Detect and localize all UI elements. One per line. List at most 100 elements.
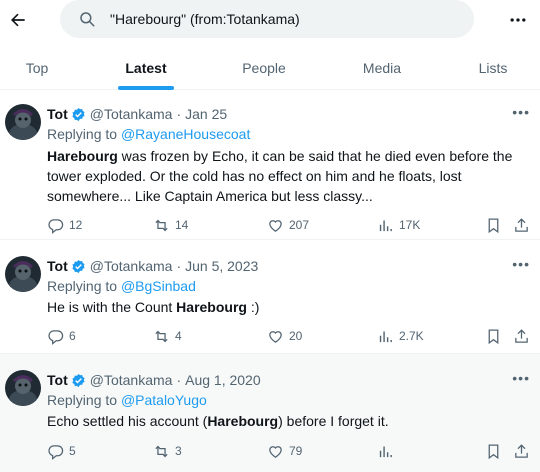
- tweet-text-after: :): [246, 299, 260, 315]
- avatar[interactable]: [5, 104, 41, 140]
- like-count: 20: [289, 329, 303, 343]
- author-name[interactable]: Tot: [47, 258, 68, 274]
- reply-icon: [48, 218, 64, 234]
- like-count: 79: [289, 444, 303, 458]
- reply-mention[interactable]: @PataloYugo: [121, 392, 207, 408]
- tweet-actions: 6 4 20 2.7K: [47, 324, 537, 348]
- bookmark-icon: [488, 443, 499, 459]
- tab-people[interactable]: People: [216, 46, 312, 90]
- reply-context: Replying to @BgSinbad: [47, 276, 532, 296]
- bookmark-button[interactable]: [485, 213, 502, 237]
- highlight-term: Harebourg: [207, 413, 279, 429]
- reply-button[interactable]: 5: [47, 439, 76, 463]
- author-name[interactable]: Tot: [47, 106, 68, 122]
- views-button[interactable]: [377, 439, 394, 463]
- reply-context: Replying to @PataloYugo: [47, 390, 532, 410]
- tweet-date[interactable]: Aug 1, 2020: [185, 372, 261, 388]
- highlight-term: Harebourg: [47, 148, 118, 164]
- like-button[interactable]: 20: [267, 324, 302, 348]
- tweet[interactable]: Tot @Totankama · Jun 5, 2023 ••• Replyin…: [0, 240, 540, 354]
- tweet-actions: 12 14 207 17K: [47, 213, 537, 237]
- retweet-icon: [155, 330, 168, 342]
- author-name[interactable]: Tot: [47, 372, 68, 388]
- reply-prefix: Replying to: [47, 392, 118, 408]
- retweet-button[interactable]: 14: [153, 213, 188, 237]
- tab-lists[interactable]: Lists: [446, 46, 540, 90]
- share-icon: [515, 328, 528, 343]
- tweet-actions: 5 3 79: [47, 439, 537, 463]
- reply-button[interactable]: 6: [47, 324, 76, 348]
- views-count: 2.7K: [399, 329, 424, 343]
- tweet-text: Echo settled his account (Harebourg) bef…: [47, 411, 532, 431]
- tweet[interactable]: Tot @Totankama · Aug 1, 2020 ••• Replyin…: [0, 354, 540, 472]
- reply-icon: [48, 444, 64, 460]
- bookmark-button[interactable]: [485, 324, 502, 348]
- reply-icon: [48, 329, 64, 345]
- avatar[interactable]: [5, 256, 41, 292]
- reply-count: 6: [69, 329, 76, 343]
- share-button[interactable]: [513, 324, 530, 348]
- tweet-more-icon[interactable]: •••: [512, 256, 530, 272]
- verified-badge-icon: [71, 107, 86, 122]
- separator: ·: [176, 258, 182, 274]
- reply-count: 5: [69, 444, 76, 458]
- heart-icon: [269, 445, 282, 458]
- like-button[interactable]: 79: [267, 439, 302, 463]
- reply-button[interactable]: 12: [47, 213, 82, 237]
- tweet-header: Tot @Totankama · Aug 1, 2020: [47, 370, 532, 390]
- tab-label: Latest: [125, 60, 167, 76]
- search-input[interactable]: [110, 11, 450, 27]
- search-bar[interactable]: [60, 0, 474, 38]
- back-arrow-icon[interactable]: [4, 6, 32, 34]
- more-options-icon[interactable]: [504, 6, 532, 34]
- views-button[interactable]: 17K: [377, 213, 420, 237]
- reply-mention[interactable]: @BgSinbad: [121, 278, 196, 294]
- views-button[interactable]: 2.7K: [377, 324, 424, 348]
- views-count: 17K: [399, 218, 421, 232]
- tab-label: Media: [362, 60, 402, 76]
- author-handle[interactable]: @Totankama: [90, 258, 173, 274]
- tab-top[interactable]: Top: [0, 46, 74, 90]
- tab-latest[interactable]: Latest: [98, 46, 194, 90]
- tweet-text-before: Echo settled his account (: [47, 413, 208, 429]
- tweet-text: Harebourg was frozen by Echo, it can be …: [47, 146, 532, 206]
- retweet-count: 4: [175, 329, 182, 343]
- retweet-count: 14: [175, 218, 189, 232]
- tweet-header: Tot @Totankama · Jan 25: [47, 104, 532, 124]
- tweet-header: Tot @Totankama · Jun 5, 2023: [47, 256, 532, 276]
- views-icon: [379, 220, 392, 231]
- tweet-more-icon[interactable]: •••: [512, 370, 530, 386]
- tweet-text-before: He is with the Count: [47, 299, 177, 315]
- retweet-button[interactable]: 4: [153, 324, 182, 348]
- bookmark-button[interactable]: [485, 439, 502, 463]
- tweet-date[interactable]: Jun 5, 2023: [185, 258, 258, 274]
- verified-badge-icon: [71, 373, 86, 388]
- retweet-icon: [155, 445, 168, 457]
- share-icon: [515, 443, 528, 458]
- reply-mention[interactable]: @RayaneHousecoat: [121, 126, 250, 142]
- share-icon: [515, 217, 528, 232]
- views-icon: [379, 446, 392, 457]
- top-bar: [0, 0, 540, 42]
- share-button[interactable]: [513, 439, 530, 463]
- avatar[interactable]: [5, 370, 41, 406]
- separator: ·: [176, 372, 182, 388]
- tweet-more-icon[interactable]: •••: [512, 104, 530, 120]
- views-icon: [379, 331, 392, 342]
- highlight-term: Harebourg: [176, 299, 247, 315]
- author-handle[interactable]: @Totankama: [90, 372, 173, 388]
- heart-icon: [269, 330, 282, 343]
- reply-prefix: Replying to: [47, 126, 118, 142]
- tweet-date[interactable]: Jan 25: [185, 106, 227, 122]
- bookmark-icon: [488, 328, 499, 344]
- share-button[interactable]: [513, 213, 530, 237]
- tweet[interactable]: Tot @Totankama · Jan 25 ••• Replying to …: [0, 90, 540, 240]
- reply-prefix: Replying to: [47, 278, 118, 294]
- tab-media[interactable]: Media: [334, 46, 430, 90]
- like-count: 207: [289, 218, 310, 232]
- retweet-icon: [155, 219, 168, 231]
- author-handle[interactable]: @Totankama: [90, 106, 173, 122]
- retweet-button[interactable]: 3: [153, 439, 182, 463]
- like-button[interactable]: 207: [267, 213, 309, 237]
- tweet-text-after: ) before I forget it.: [278, 413, 389, 429]
